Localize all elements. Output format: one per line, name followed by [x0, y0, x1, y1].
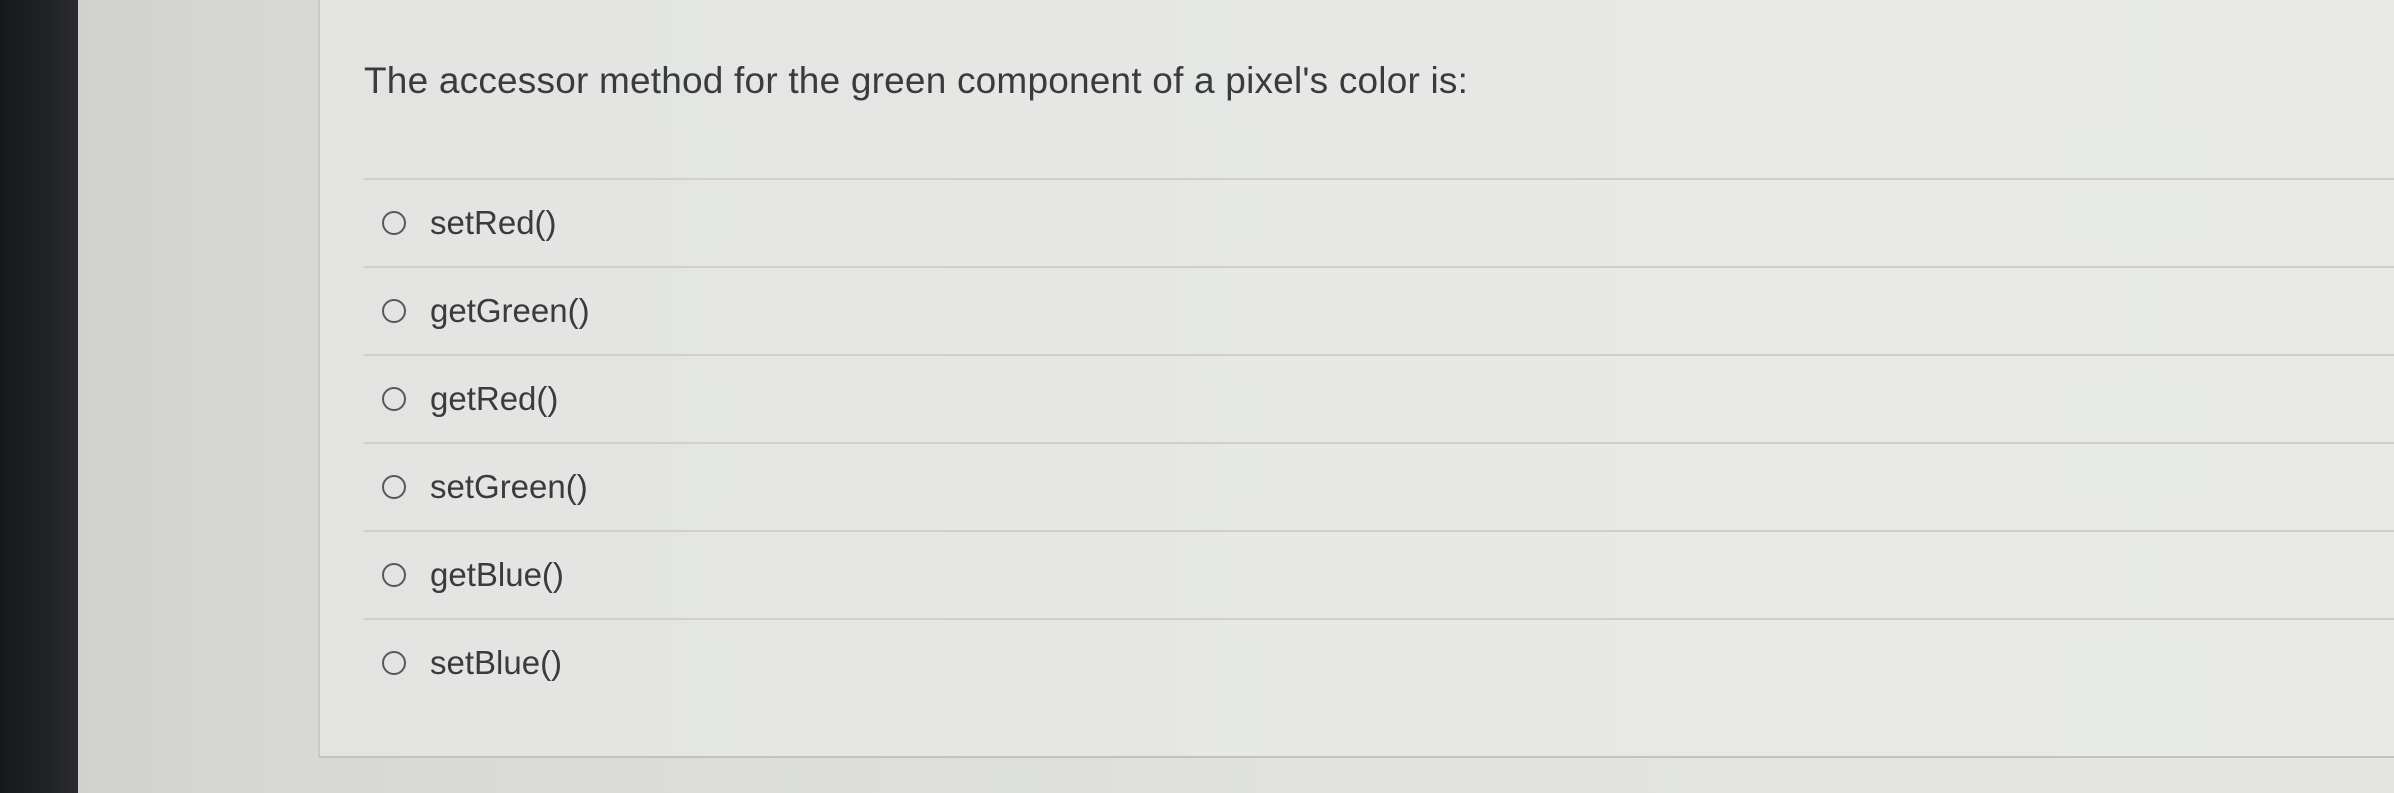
answer-option-label: setGreen(): [430, 468, 588, 505]
answer-option-label: getRed(): [430, 380, 559, 417]
answer-option-set-green[interactable]: setGreen(): [364, 442, 2394, 530]
question-card: The accessor method for the green compon…: [318, 0, 2394, 758]
answer-options: setRed() getGreen() getRed() setGreen() …: [364, 178, 2394, 706]
monitor-bezel: [0, 0, 78, 793]
radio-button-icon[interactable]: [382, 651, 406, 675]
radio-button-icon[interactable]: [382, 563, 406, 587]
radio-button-icon[interactable]: [382, 299, 406, 323]
answer-option-get-green[interactable]: getGreen(): [364, 266, 2394, 354]
radio-button-icon[interactable]: [382, 211, 406, 235]
answer-option-get-red[interactable]: getRed(): [364, 354, 2394, 442]
radio-button-icon[interactable]: [382, 475, 406, 499]
answer-option-set-red[interactable]: setRed(): [364, 178, 2394, 266]
screen: The accessor method for the green compon…: [0, 0, 2394, 793]
radio-button-icon[interactable]: [382, 387, 406, 411]
answer-option-set-blue[interactable]: setBlue(): [364, 618, 2394, 706]
answer-option-get-blue[interactable]: getBlue(): [364, 530, 2394, 618]
answer-option-label: setRed(): [430, 204, 557, 241]
left-margin: [78, 0, 318, 793]
answer-option-label: getBlue(): [430, 556, 564, 593]
answer-option-label: getGreen(): [430, 292, 590, 329]
question-text: The accessor method for the green compon…: [364, 60, 1469, 101]
answer-option-label: setBlue(): [430, 644, 563, 681]
